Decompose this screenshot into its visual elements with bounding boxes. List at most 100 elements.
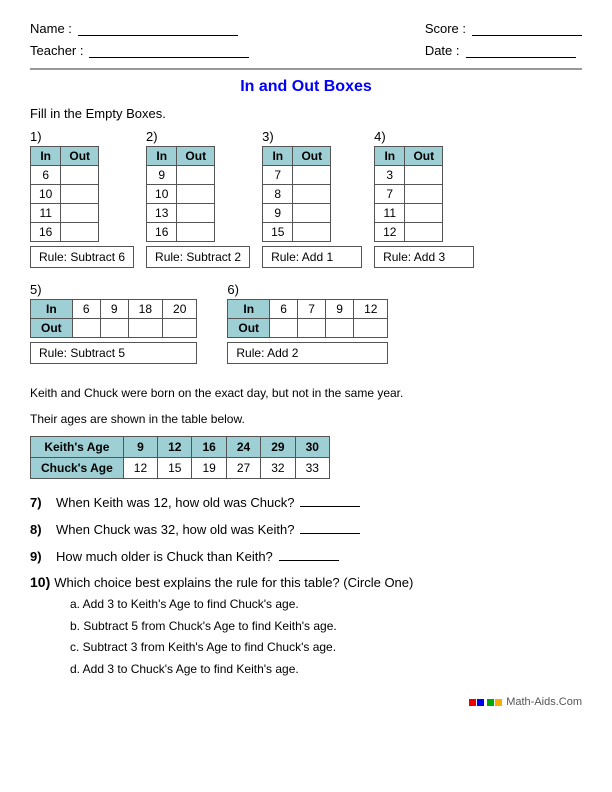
in-cell: 20: [163, 300, 197, 319]
table-row: 7: [375, 185, 443, 204]
rule-box-4: Rule: Add 3: [374, 246, 474, 268]
mc-num: 10): [30, 574, 50, 590]
teacher-label: Teacher :: [30, 43, 83, 58]
mc-option-3: d. Add 3 to Chuck's Age to find Keith's …: [70, 659, 582, 681]
problem-h-6: 6)In67912OutRule: Add 2: [227, 282, 388, 364]
table-row: 10: [147, 185, 215, 204]
header-left: Name : Teacher :: [30, 20, 249, 58]
in-cell: 18: [128, 300, 162, 319]
in-cell: 6: [270, 300, 298, 319]
out-cell[interactable]: [354, 319, 388, 338]
q-text-9: How much older is Chuck than Keith?: [56, 549, 273, 564]
table-cell[interactable]: [61, 166, 99, 185]
in-cell: 6: [72, 300, 100, 319]
table-cell: 7: [375, 185, 405, 204]
table-cell[interactable]: [177, 204, 215, 223]
table-cell[interactable]: [405, 204, 443, 223]
date-field: Date :: [425, 42, 582, 58]
logo-icon: [469, 699, 502, 706]
score-field: Score :: [425, 20, 582, 36]
table-cell: 7: [263, 166, 293, 185]
q-text-7: When Keith was 12, how old was Chuck?: [56, 495, 294, 510]
problem-num-h-5: 5): [30, 282, 197, 297]
table-row: 7: [263, 166, 331, 185]
story-text1: Keith and Chuck were born on the exact d…: [30, 384, 582, 402]
table-row: 15: [263, 223, 331, 242]
column-header: Out: [61, 147, 99, 166]
out-cell[interactable]: [163, 319, 197, 338]
out-cell[interactable]: [270, 319, 298, 338]
problem-num-h-6: 6): [227, 282, 388, 297]
table-cell: 3: [375, 166, 405, 185]
logo-blue: [477, 699, 484, 706]
mc-option-1: b. Subtract 5 from Chuck's Age to find K…: [70, 616, 582, 638]
problem-num-1: 1): [30, 129, 42, 144]
table-cell[interactable]: [405, 166, 443, 185]
inout-table-4: InOut371112: [374, 146, 443, 242]
logo-text: Math-Aids.Com: [506, 696, 582, 708]
age-cell: 12: [158, 437, 192, 458]
table-cell[interactable]: [177, 185, 215, 204]
mc-options: a. Add 3 to Keith's Age to find Chuck's …: [70, 594, 582, 680]
out-cell[interactable]: [128, 319, 162, 338]
inout-table-h-6: In67912Out: [227, 299, 388, 338]
problem-2: 2)InOut9101316Rule: Subtract 2: [146, 129, 250, 268]
table-cell: 9: [263, 204, 293, 223]
answer-line-7[interactable]: [300, 493, 360, 507]
in-header: In: [31, 300, 73, 319]
problem-3: 3)InOut78915Rule: Add 1: [262, 129, 362, 268]
score-line: [472, 20, 582, 36]
age-cell: 15: [158, 458, 192, 479]
table-cell[interactable]: [61, 204, 99, 223]
out-row: Out: [228, 319, 388, 338]
table-cell: 6: [31, 166, 61, 185]
q-text-8: When Chuck was 32, how old was Keith?: [56, 522, 294, 537]
divider: [30, 68, 582, 70]
table-cell: 13: [147, 204, 177, 223]
problem-h-5: 5)In691820OutRule: Subtract 5: [30, 282, 197, 364]
table-cell: 10: [31, 185, 61, 204]
question-9: 9)How much older is Chuck than Keith?: [30, 547, 582, 564]
page-title: In and Out Boxes: [30, 78, 582, 96]
column-header: In: [31, 147, 61, 166]
answer-line-9[interactable]: [279, 547, 339, 561]
out-cell[interactable]: [72, 319, 100, 338]
mc-container: 10) Which choice best explains the rule f…: [30, 574, 582, 680]
age-table: Keith's Age91216242930Chuck's Age1215192…: [30, 436, 330, 479]
instructions: Fill in the Empty Boxes.: [30, 106, 582, 121]
in-header: In: [228, 300, 270, 319]
table-cell[interactable]: [293, 204, 331, 223]
table-row: 9: [263, 204, 331, 223]
out-header: Out: [228, 319, 270, 338]
out-cell[interactable]: [100, 319, 128, 338]
table-cell[interactable]: [61, 223, 99, 242]
in-row: In67912: [228, 300, 388, 319]
in-cell: 9: [100, 300, 128, 319]
table-cell[interactable]: [293, 185, 331, 204]
column-header: Out: [405, 147, 443, 166]
inout-table-h-5: In691820Out: [30, 299, 197, 338]
table-cell[interactable]: [61, 185, 99, 204]
inout-table-2: InOut9101316: [146, 146, 215, 242]
in-cell: 12: [354, 300, 388, 319]
age-row-label: Keith's Age: [31, 437, 124, 458]
answer-line-8[interactable]: [300, 520, 360, 534]
table-cell: 16: [147, 223, 177, 242]
table-cell[interactable]: [177, 166, 215, 185]
table-cell: 11: [31, 204, 61, 223]
table-cell[interactable]: [293, 223, 331, 242]
mc-question-10: 10) Which choice best explains the rule f…: [30, 574, 582, 680]
logo-red: [469, 699, 476, 706]
table-cell[interactable]: [405, 223, 443, 242]
out-cell[interactable]: [298, 319, 326, 338]
table-row: 12: [375, 223, 443, 242]
table-cell[interactable]: [293, 166, 331, 185]
mc-text: Which choice best explains the rule for …: [54, 575, 413, 590]
table-cell[interactable]: [405, 185, 443, 204]
logo-yellow: [495, 699, 502, 706]
in-row: In691820: [31, 300, 197, 319]
table-cell[interactable]: [177, 223, 215, 242]
problem-num-4: 4): [374, 129, 386, 144]
out-cell[interactable]: [326, 319, 354, 338]
mc-option-0: a. Add 3 to Keith's Age to find Chuck's …: [70, 594, 582, 616]
